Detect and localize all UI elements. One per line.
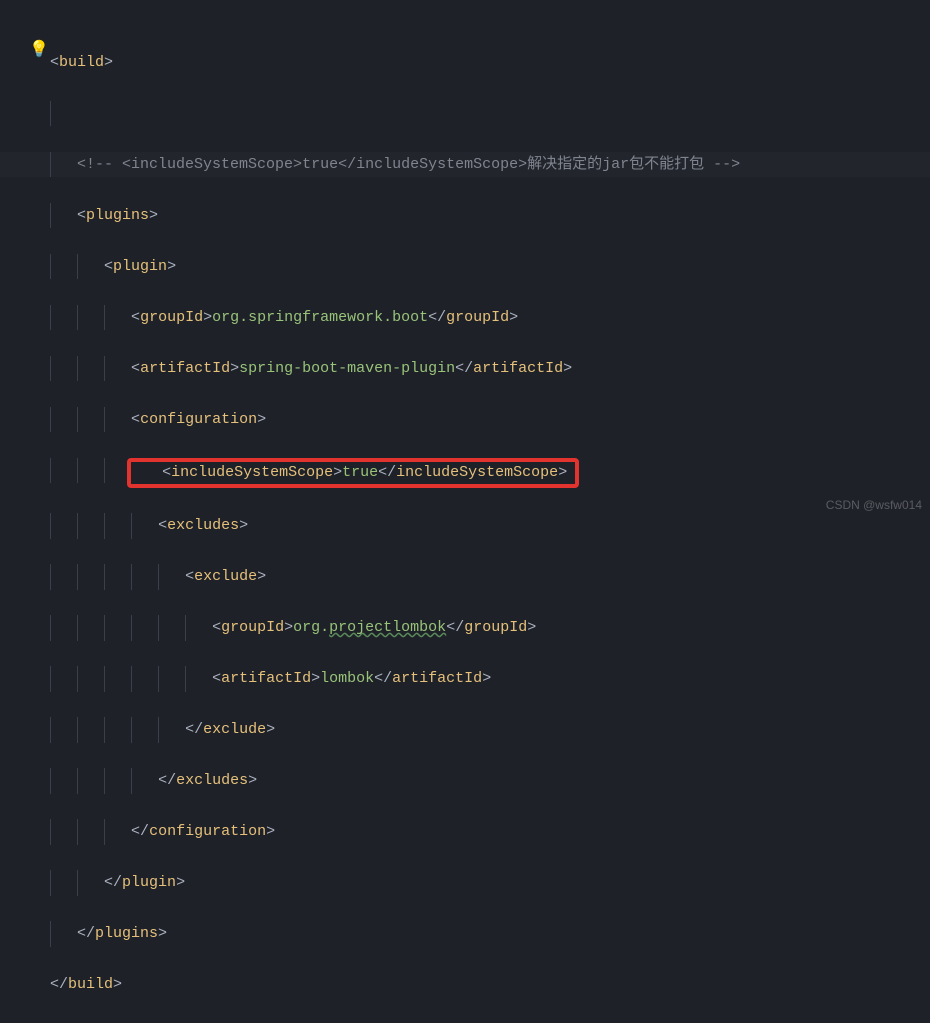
code-line: </build> <box>0 972 930 998</box>
code-line: <artifactId>spring-boot-maven-plugin</ar… <box>0 356 930 382</box>
code-line: </excludes> <box>0 768 930 794</box>
code-line: <configuration> <box>0 407 930 433</box>
code-editor[interactable]: <build> <!-- <includeSystemScope>true</i… <box>0 0 930 1023</box>
highlighted-config-line: <includeSystemScope>true</includeSystemS… <box>0 458 930 488</box>
code-line: </exclude> <box>0 717 930 743</box>
code-line: <excludes> <box>0 513 930 539</box>
code-line: <groupId>org.springframework.boot</group… <box>0 305 930 331</box>
code-line: <groupId>org.projectlombok</groupId> <box>0 615 930 641</box>
code-line: <plugins> <box>0 203 930 229</box>
code-line: <artifactId>lombok</artifactId> <box>0 666 930 692</box>
code-line: </plugin> <box>0 870 930 896</box>
code-line <box>0 101 930 127</box>
gutter: 💡 <box>0 0 48 522</box>
code-line: <build> <box>0 50 930 76</box>
code-line: <!-- <includeSystemScope>true</includeSy… <box>0 152 930 178</box>
red-highlight-box: <includeSystemScope>true</includeSystemS… <box>127 458 579 488</box>
code-line: <plugin> <box>0 254 930 280</box>
code-line: </configuration> <box>0 819 930 845</box>
code-line: <exclude> <box>0 564 930 590</box>
code-line: </plugins> <box>0 921 930 947</box>
lightbulb-icon[interactable]: 💡 <box>29 38 49 64</box>
spellcheck-underline: projectlombok <box>329 619 446 636</box>
watermark: CSDN @wsfw014 <box>826 493 922 519</box>
